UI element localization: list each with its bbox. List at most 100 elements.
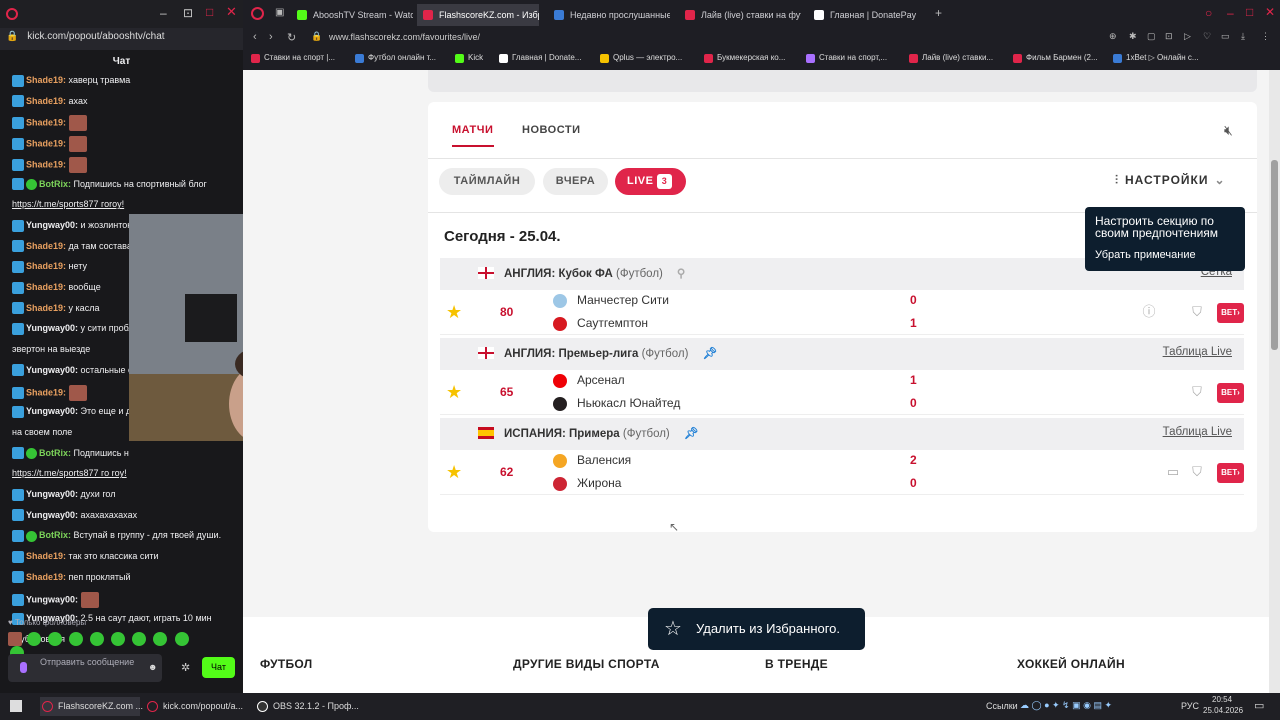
tab-matches[interactable]: МАТЧИ: [452, 124, 493, 136]
pin-icon[interactable]: 📌︎: [702, 348, 717, 360]
microphone-icon[interactable]: [20, 662, 27, 673]
chat-username[interactable]: Shade19:: [26, 572, 66, 582]
chat-settings-icon[interactable]: ✲: [181, 661, 190, 674]
chat-username[interactable]: Shade19:: [26, 241, 66, 251]
away-team-name[interactable]: Саутгемптон: [577, 316, 648, 330]
browser-tab[interactable]: Недавно прослушанные: [548, 4, 670, 26]
chat-username[interactable]: Yungway00:: [26, 323, 78, 333]
info-icon[interactable]: ⓘ: [1142, 305, 1156, 319]
footer-football[interactable]: ФУТБОЛ: [260, 657, 312, 671]
taskbar-item[interactable]: FlashscoreKZ.com ...: [40, 697, 143, 716]
match-row[interactable]: ★ 65 Арсенал 1 Ньюкасл Юнайтед 0 ⛉ BET›: [440, 370, 1244, 415]
pin-icon[interactable]: 📌︎: [684, 428, 699, 440]
links-label[interactable]: Ссылки: [986, 701, 1018, 711]
chat-text[interactable]: https://t.me/sports877 гоroy!: [12, 199, 124, 209]
chat-username[interactable]: Yungway00:: [26, 489, 78, 499]
lineup-shirt-icon[interactable]: ⛉: [1190, 305, 1204, 319]
league-name[interactable]: АНГЛИЯ: Кубок ФА (Футбол) ⚲: [504, 266, 685, 280]
minimize-icon[interactable]: –: [1227, 6, 1234, 20]
chat-username[interactable]: Yungway00:: [26, 594, 78, 604]
bet-button[interactable]: BET›: [1217, 303, 1244, 323]
browser-tab[interactable]: Лайв (live) ставки на фут: [679, 4, 801, 26]
language-indicator[interactable]: РУС: [1181, 701, 1199, 711]
address-bar[interactable]: www.flashscorekz.com/favourites/live/: [329, 32, 480, 42]
zoom-icon[interactable]: ⊕: [1109, 31, 1117, 42]
chat-username[interactable]: Shade19:: [26, 282, 66, 292]
windows-start-icon[interactable]: [10, 700, 22, 712]
close-icon[interactable]: ✕: [1265, 5, 1275, 19]
notifications-icon[interactable]: ▭: [1254, 699, 1264, 712]
chat-username[interactable]: Shade19:: [26, 261, 66, 271]
chat-username[interactable]: Shade19:: [26, 551, 66, 561]
pin-window-icon[interactable]: ⊡: [183, 6, 193, 20]
opera-icon[interactable]: [251, 7, 264, 20]
tooltip-dismiss-button[interactable]: Убрать примечание: [1095, 249, 1235, 261]
tv-icon[interactable]: ▭: [1166, 465, 1180, 479]
bookmark-item[interactable]: Фильм Бармен (2...: [1013, 53, 1098, 63]
bookmark-item[interactable]: Главная | Donate...: [499, 53, 581, 63]
mute-icon[interactable]: 🔇︎: [1224, 122, 1233, 139]
bookmark-item[interactable]: Ставки на спорт,...: [806, 53, 887, 63]
emote-icon[interactable]: [27, 632, 42, 646]
chat-username[interactable]: Shade19:: [26, 159, 66, 169]
chat-username[interactable]: Shade19:: [26, 138, 66, 148]
chat-username[interactable]: Shade19:: [26, 303, 66, 313]
chat-username[interactable]: Shade19:: [26, 118, 66, 128]
scrollbar-thumb[interactable]: [1271, 160, 1278, 350]
away-team-name[interactable]: Ньюкасл Юнайтед: [577, 396, 680, 410]
emote-icon[interactable]: [111, 632, 126, 646]
heart-icon[interactable]: ♡: [1203, 31, 1211, 42]
maximize-icon[interactable]: □: [1246, 5, 1253, 19]
new-tab-icon[interactable]: +: [935, 6, 942, 20]
chat-send-button[interactable]: Чат: [202, 657, 235, 678]
tray-icons[interactable]: ☁ ◯ ● ✦ ↯ ▣ ◉ ▤ ✦: [1020, 700, 1112, 711]
chat-input[interactable]: Отправить сообщение ☻: [8, 654, 162, 682]
chat-username[interactable]: Yungway00:: [26, 365, 78, 375]
league-header[interactable]: ИСПАНИЯ: Примера (Футбол) 📌︎ Таблица Live: [440, 418, 1244, 450]
favourite-star-icon[interactable]: ★: [446, 383, 464, 401]
menu-icon[interactable]: ⋮: [1261, 31, 1270, 42]
filter-live[interactable]: LIVE 3: [615, 168, 686, 195]
taskbar-item[interactable]: OBS 32.1.2 - Проф...: [255, 697, 359, 716]
extensions-icon[interactable]: ⊡: [1165, 31, 1173, 42]
bet-button[interactable]: BET›: [1217, 463, 1244, 483]
emoji-icon[interactable]: ☻: [148, 662, 157, 673]
play-icon[interactable]: ▷: [1184, 31, 1191, 42]
taskbar-item[interactable]: kick.com/popout/a...: [145, 697, 245, 716]
chat-text[interactable]: https://t.me/sports877 го roy!: [12, 468, 127, 478]
browser-tab[interactable]: AbooshTV Stream - Watch: [291, 4, 413, 26]
emote-icon[interactable]: [153, 632, 168, 646]
chat-username[interactable]: Shade19:: [26, 387, 66, 397]
emote-icon[interactable]: [174, 632, 189, 646]
match-row[interactable]: ★ 80 Манчестер Сити 0 Саутгемптон 1 ⓘ ⛉ BET›: [440, 290, 1244, 335]
download-icon[interactable]: ⤓: [1241, 31, 1245, 42]
league-name[interactable]: ИСПАНИЯ: Примера (Футбол) 📌︎: [504, 426, 698, 440]
filter-timeline[interactable]: ТАЙМЛАЙН: [439, 168, 535, 195]
browser-tab[interactable]: Главная | DonatePay: [808, 4, 930, 26]
search-tabs-icon[interactable]: ○: [1205, 6, 1212, 20]
emote-icon[interactable]: [48, 632, 63, 646]
chat-username[interactable]: Yungway00:: [26, 220, 78, 230]
bookmark-item[interactable]: Футбол онлайн т...: [355, 53, 436, 63]
chat-username[interactable]: Shade19:: [26, 75, 66, 85]
wallet-icon[interactable]: ▭: [1221, 31, 1230, 42]
pin-outline-icon[interactable]: ⚲: [677, 268, 685, 280]
emote-icon[interactable]: [132, 632, 147, 646]
bookmark-item[interactable]: Ставки на спорт |...: [251, 53, 335, 63]
lineup-shirt-icon[interactable]: ⛉: [1190, 385, 1204, 399]
reload-icon[interactable]: ↻: [287, 31, 296, 44]
chat-username[interactable]: Yungway00:: [26, 406, 78, 416]
home-team-name[interactable]: Манчестер Сити: [577, 293, 669, 307]
bookmark-item[interactable]: Qplus — электро...: [600, 53, 682, 63]
home-team-name[interactable]: Валенсия: [577, 453, 631, 467]
clock-date[interactable]: 25.04.2026: [1203, 706, 1243, 715]
footer-trending[interactable]: В ТРЕНДЕ: [765, 657, 828, 671]
translate-icon[interactable]: ✱: [1129, 31, 1137, 42]
emote-icon[interactable]: [90, 632, 105, 646]
lineup-shirt-icon[interactable]: ⛉: [1190, 465, 1204, 479]
league-name[interactable]: АНГЛИЯ: Премьер-лига (Футбол) 📌︎: [504, 346, 717, 360]
favourite-star-icon[interactable]: ★: [446, 303, 464, 321]
league-header[interactable]: АНГЛИЯ: Премьер-лига (Футбол) 📌︎ Таблица L…: [440, 338, 1244, 370]
emote-bar[interactable]: [8, 632, 198, 660]
forward-icon[interactable]: ›: [269, 31, 273, 43]
